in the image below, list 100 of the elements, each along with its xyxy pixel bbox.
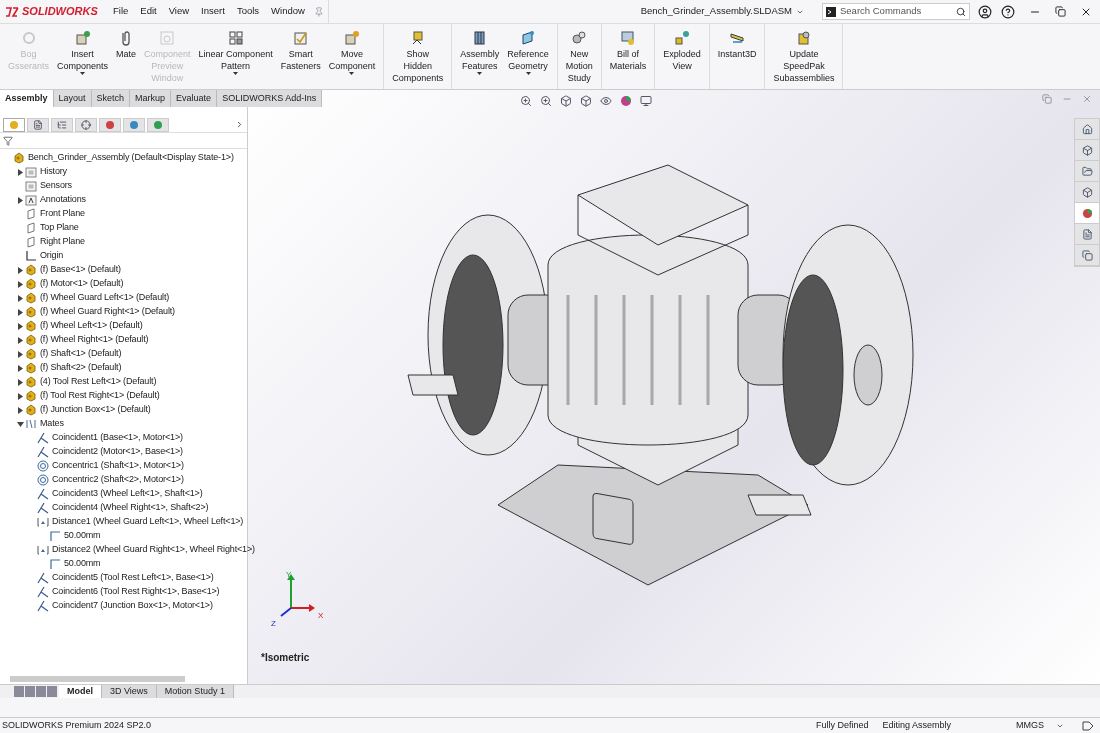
caret-icon[interactable] bbox=[233, 72, 239, 75]
ribbon-button[interactable]: Update SpeedPak Subassemblies bbox=[769, 24, 839, 89]
command-tab[interactable]: Assembly bbox=[0, 90, 54, 107]
manager-tab[interactable] bbox=[51, 117, 73, 132]
ribbon-button[interactable]: Insert Components bbox=[53, 24, 113, 89]
tree-item[interactable]: Mates bbox=[40, 417, 64, 431]
section-view-icon[interactable] bbox=[560, 95, 572, 107]
ribbon-button[interactable]: Show Hidden Components bbox=[388, 24, 448, 89]
collapsed-caret-icon[interactable] bbox=[17, 406, 23, 414]
tree-item[interactable]: History bbox=[40, 165, 67, 179]
ribbon-button[interactable]: Bill of Materials bbox=[605, 24, 651, 89]
tree-item[interactable]: Distance2 (Wheel Guard Right<1>, Wheel Right<1>) bbox=[52, 543, 255, 557]
tree-item[interactable]: Sensors bbox=[40, 179, 72, 193]
ribbon-button[interactable]: Smart Fasteners bbox=[276, 24, 325, 89]
collapsed-caret-icon[interactable] bbox=[17, 336, 23, 344]
bottom-tab[interactable]: 3D Views bbox=[102, 685, 157, 698]
monitor-icon[interactable] bbox=[640, 95, 652, 107]
ribbon-button[interactable]: Reference Geometry bbox=[503, 24, 553, 89]
tree-item[interactable]: (f) Motor<1> (Default) bbox=[40, 277, 124, 291]
menu-item[interactable]: Edit bbox=[135, 4, 162, 19]
restore-icon[interactable] bbox=[1055, 6, 1066, 17]
tree-item[interactable]: (4) Tool Rest Left<1> (Default) bbox=[40, 375, 157, 389]
ribbon-button[interactable]: New Motion Study bbox=[561, 24, 597, 89]
tree-item[interactable]: Concentric2 (Shaft<2>, Motor<1>) bbox=[52, 473, 184, 487]
tree-item[interactable]: (f) Wheel Right<1> (Default) bbox=[40, 333, 149, 347]
collapsed-caret-icon[interactable] bbox=[17, 196, 23, 204]
tree-item[interactable]: Front Plane bbox=[40, 207, 85, 221]
zoom-area-icon[interactable] bbox=[540, 95, 552, 107]
manager-tab[interactable] bbox=[99, 117, 121, 132]
menu-item[interactable]: Tools bbox=[231, 4, 265, 19]
task-pane-tab[interactable] bbox=[1075, 224, 1099, 245]
tree-item[interactable]: (f) Tool Rest Right<1> (Default) bbox=[40, 389, 160, 403]
task-pane-tab[interactable] bbox=[1075, 119, 1099, 140]
caret-icon[interactable] bbox=[525, 72, 531, 75]
collapsed-caret-icon[interactable] bbox=[17, 392, 23, 400]
collapsed-caret-icon[interactable] bbox=[17, 308, 23, 316]
task-pane-tab[interactable] bbox=[1075, 140, 1099, 161]
appearance-icon[interactable] bbox=[620, 95, 632, 107]
menu-item[interactable]: View bbox=[163, 4, 195, 19]
filter-icon[interactable] bbox=[3, 135, 13, 146]
task-pane-tab[interactable] bbox=[1075, 161, 1099, 182]
manager-tab[interactable] bbox=[75, 117, 97, 132]
help-icon[interactable] bbox=[1001, 4, 1015, 19]
bottom-tab[interactable]: Model bbox=[59, 685, 102, 698]
tree-item[interactable]: 50.00mm bbox=[64, 529, 101, 543]
ribbon-button[interactable]: Linear Component Pattern bbox=[194, 24, 277, 89]
manager-tab[interactable] bbox=[147, 117, 169, 132]
search-input[interactable]: Search Commands bbox=[840, 4, 952, 19]
tree-item[interactable]: Right Plane bbox=[40, 235, 85, 249]
tree-item[interactable]: Coincident1 (Base<1>, Motor<1>) bbox=[52, 431, 183, 445]
zoom-icon[interactable] bbox=[520, 95, 532, 107]
tile-icon[interactable] bbox=[1042, 94, 1052, 104]
tree-item[interactable]: Coincident7 (Junction Box<1>, Motor<1>) bbox=[52, 599, 213, 613]
tree-item[interactable]: Coincident2 (Motor<1>, Base<1>) bbox=[52, 445, 183, 459]
collapsed-caret-icon[interactable] bbox=[17, 266, 23, 274]
command-tab[interactable]: Markup bbox=[130, 90, 172, 107]
search-icon[interactable] bbox=[956, 6, 966, 17]
expanded-caret-icon[interactable] bbox=[16, 421, 24, 427]
command-tab[interactable]: SOLIDWORKS Add-Ins bbox=[217, 90, 323, 107]
collapsed-caret-icon[interactable] bbox=[17, 322, 23, 330]
collapsed-caret-icon[interactable] bbox=[17, 364, 23, 372]
tree-item[interactable]: Top Plane bbox=[40, 221, 79, 235]
ribbon-button[interactable]: Instant3D bbox=[713, 24, 761, 89]
menu-item[interactable]: Window bbox=[266, 4, 310, 19]
units-selector[interactable]: MMGS bbox=[1016, 718, 1044, 733]
collapsed-caret-icon[interactable] bbox=[17, 378, 23, 386]
caret-icon[interactable] bbox=[477, 72, 483, 75]
caret-icon[interactable] bbox=[80, 72, 86, 75]
command-tab[interactable]: Layout bbox=[53, 90, 92, 107]
bottom-tab[interactable]: Motion Study 1 bbox=[156, 685, 234, 698]
collapsed-caret-icon[interactable] bbox=[17, 168, 23, 176]
task-pane-tab[interactable] bbox=[1075, 245, 1099, 266]
collapsed-caret-icon[interactable] bbox=[17, 294, 23, 302]
manager-tab[interactable] bbox=[27, 117, 49, 132]
eye-icon[interactable] bbox=[600, 95, 612, 107]
ribbon-button[interactable]: Mate bbox=[112, 24, 141, 89]
tree-item[interactable]: Annotations bbox=[40, 193, 86, 207]
command-tab[interactable]: Evaluate bbox=[171, 90, 218, 107]
tree-item[interactable]: Bench_Grinder_Assembly (Default<Display State-1>) bbox=[28, 151, 234, 165]
tree-item[interactable]: (f) Base<1> (Default) bbox=[40, 263, 121, 277]
scrollbar[interactable] bbox=[10, 676, 185, 682]
view-cube-icon[interactable] bbox=[580, 95, 592, 107]
menu-item[interactable]: Insert bbox=[196, 4, 230, 19]
tree-item[interactable]: Coincident5 (Tool Rest Left<1>, Base<1>) bbox=[52, 571, 214, 585]
menu-item[interactable]: File bbox=[108, 4, 134, 19]
manager-tab[interactable] bbox=[123, 117, 145, 132]
tree-item[interactable]: (f) Wheel Guard Left<1> (Default) bbox=[40, 291, 170, 305]
ribbon-button[interactable]: Exploded View bbox=[659, 24, 705, 89]
user-icon[interactable] bbox=[978, 4, 992, 19]
tree-item[interactable]: Coincident6 (Tool Rest Right<1>, Base<1>) bbox=[52, 585, 220, 599]
search-field[interactable]: Search Commands bbox=[822, 3, 970, 20]
tree-item[interactable]: (f) Junction Box<1> (Default) bbox=[40, 403, 151, 417]
tree-item[interactable]: Distance1 (Wheel Guard Left<1>, Wheel Left<1>) bbox=[52, 515, 244, 529]
task-pane-tab[interactable] bbox=[1075, 203, 1099, 224]
caret-icon[interactable] bbox=[349, 72, 355, 75]
tree-item[interactable]: Coincident4 (Wheel Right<1>, Shaft<2>) bbox=[52, 501, 209, 515]
command-tab[interactable]: Sketch bbox=[91, 90, 131, 107]
task-pane-tab[interactable] bbox=[1075, 182, 1099, 203]
tree-item[interactable]: Coincident3 (Wheel Left<1>, Shaft<1>) bbox=[52, 487, 203, 501]
ribbon-button[interactable]: Assembly Features bbox=[456, 24, 504, 89]
